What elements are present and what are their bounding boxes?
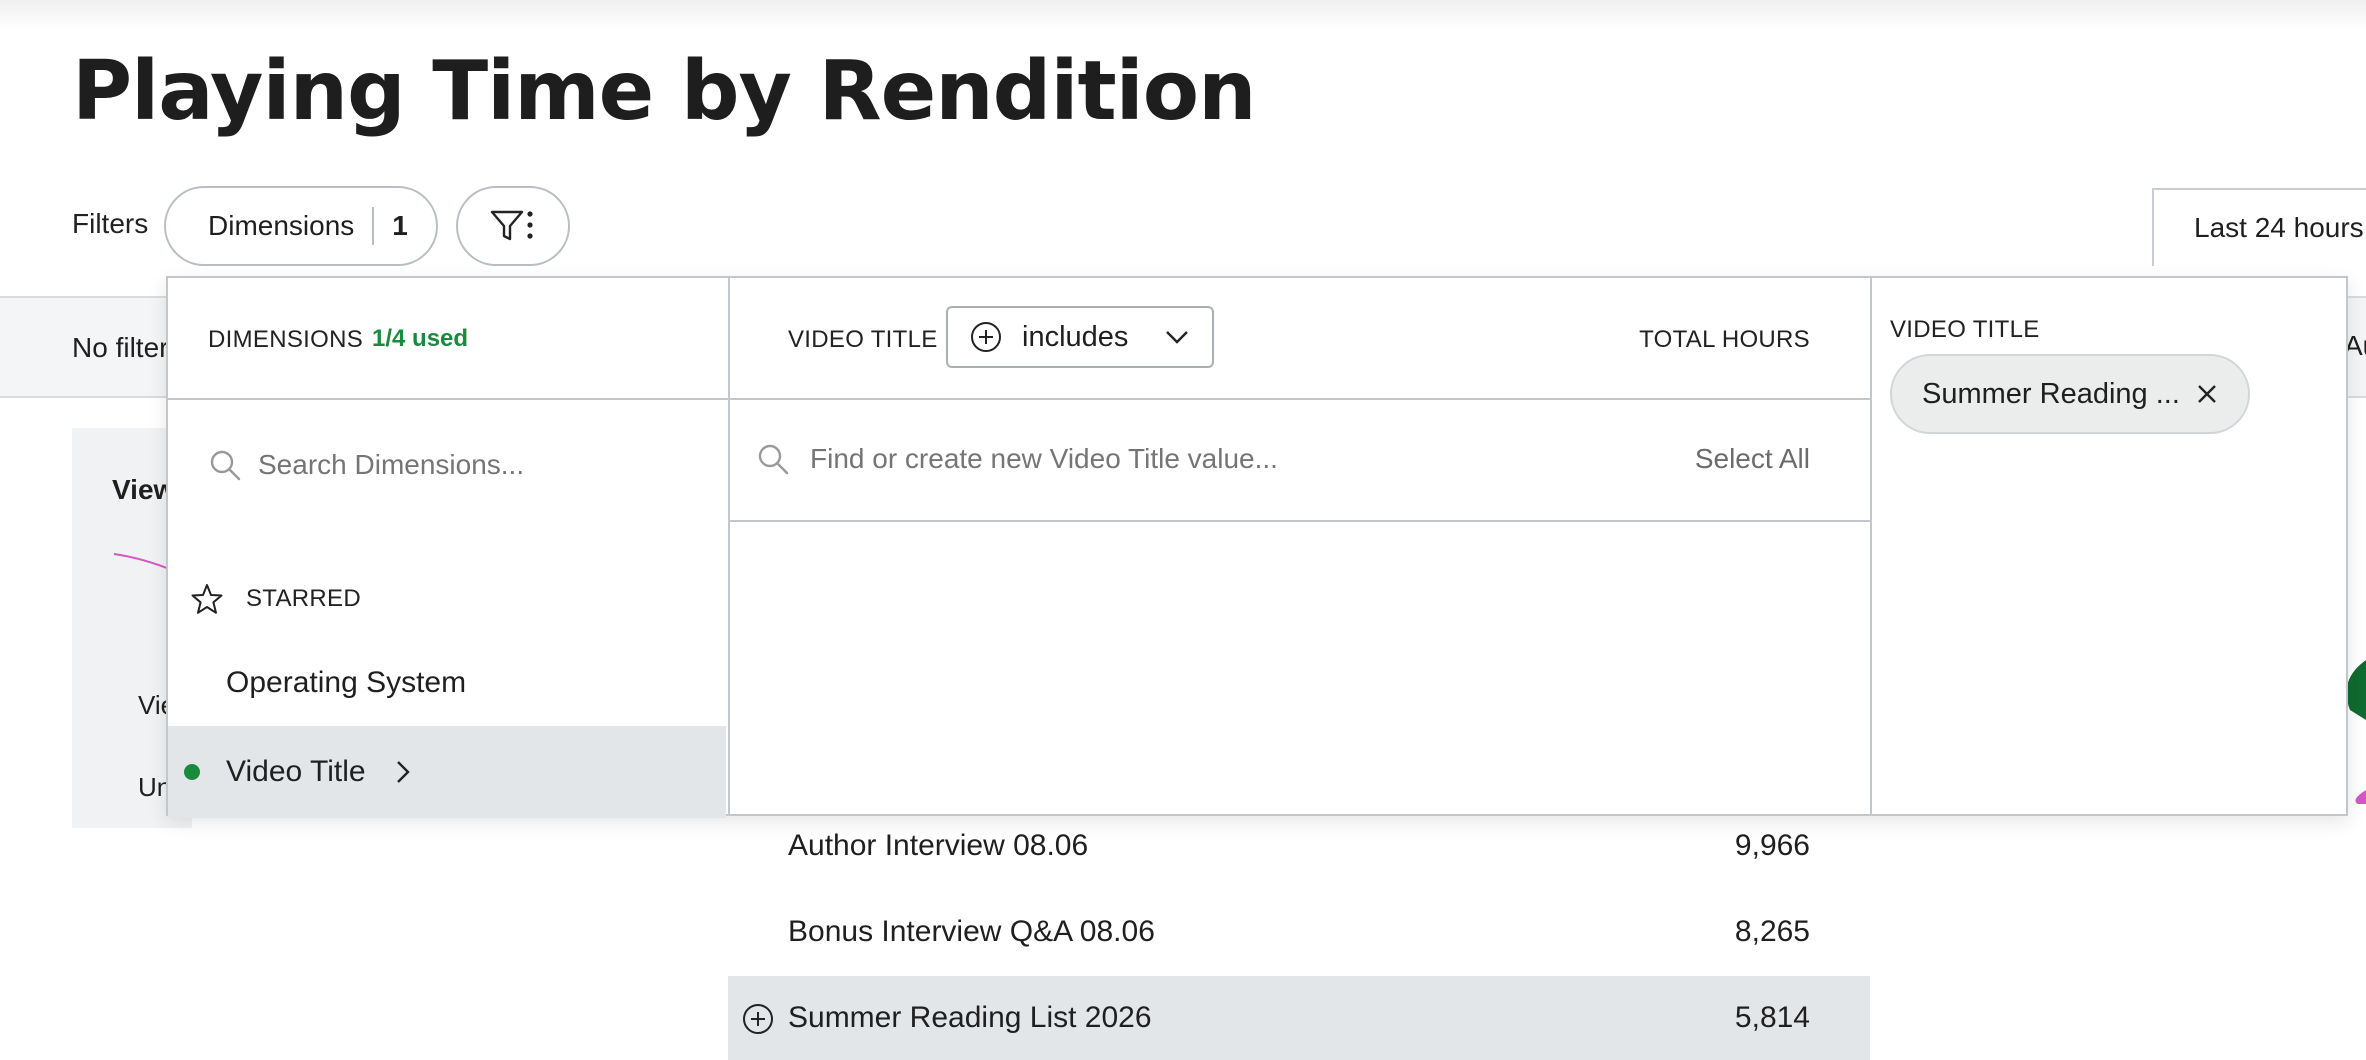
filter-menu-button[interactable] xyxy=(456,186,570,266)
page-title: Playing Time by Rendition xyxy=(72,44,1256,139)
dimensions-button-label: Dimensions xyxy=(208,210,355,241)
value-row-hours: 8,265 xyxy=(1734,915,1810,948)
value-row[interactable]: Bonus Interview Q&A 08.06 8,265 xyxy=(728,890,1870,974)
value-row-hours: 5,814 xyxy=(1734,1001,1810,1034)
dimension-search-input[interactable] xyxy=(256,448,640,482)
values-column: VIDEO TITLE includes TOTAL HOURS Sele xyxy=(728,278,1872,1060)
plus-circle-icon xyxy=(971,322,1001,352)
value-row-name: Summer Reading List 2026 xyxy=(788,1001,1152,1034)
total-hours-header: TOTAL HOURS xyxy=(1639,326,1810,353)
value-row[interactable]: Author Interview 08.06 9,966 xyxy=(728,804,1870,888)
dimension-item-video-title[interactable]: Video Title xyxy=(168,726,726,818)
operator-select[interactable]: includes xyxy=(946,306,1214,368)
selected-value-chip: Summer Reading ... xyxy=(1890,354,2250,434)
dimensions-button[interactable]: Dimensions 1 xyxy=(164,186,438,266)
star-icon xyxy=(191,584,223,614)
filters-label: Filters xyxy=(72,208,149,239)
value-row-name: Bonus Interview Q&A 08.06 xyxy=(788,915,1155,948)
dimensions-used-badge: 1/4 used xyxy=(372,325,469,352)
selected-values-header: VIDEO TITLE xyxy=(1890,316,2040,343)
values-header: VIDEO TITLE includes TOTAL HOURS xyxy=(728,278,1870,400)
filter-more-icon xyxy=(490,210,533,241)
dimensions-header: DIMENSIONS 1/4 used xyxy=(168,278,728,400)
chevron-down-icon xyxy=(1166,331,1188,344)
no-filter-text: No filter xyxy=(72,332,169,363)
values-header-label: VIDEO TITLE xyxy=(788,326,938,353)
value-search[interactable]: Select All xyxy=(756,442,1810,476)
value-search-input[interactable] xyxy=(808,442,1695,476)
value-row-name: Author Interview 08.06 xyxy=(788,829,1089,862)
divider xyxy=(372,207,375,245)
starred-section[interactable]: STARRED xyxy=(190,582,361,616)
dimensions-count: 1 xyxy=(392,210,408,241)
divider xyxy=(728,520,1870,522)
dimension-item-label: Video Title xyxy=(226,755,366,788)
dimensions-column: DIMENSIONS 1/4 used STARRED Operating Sy… xyxy=(168,278,730,818)
value-row-hours: 9,966 xyxy=(1734,829,1810,862)
plus-circle-icon[interactable] xyxy=(742,1003,774,1035)
selected-values-column: VIDEO TITLE Summer Reading ... xyxy=(1870,278,2346,814)
chevron-right-icon xyxy=(394,759,412,785)
dimension-search[interactable] xyxy=(208,448,640,482)
dimensions-dropdown: DIMENSIONS 1/4 used STARRED Operating Sy… xyxy=(166,276,2348,1060)
date-range-button[interactable]: Last 24 hours xyxy=(2152,188,2366,266)
selected-dot-icon xyxy=(184,764,200,780)
dimensions-header-label: DIMENSIONS xyxy=(208,326,364,353)
starred-label: STARRED xyxy=(246,585,361,612)
close-icon[interactable] xyxy=(2194,381,2220,407)
search-icon xyxy=(758,444,789,475)
select-all-button[interactable]: Select All xyxy=(1695,443,1810,475)
operator-value: includes xyxy=(1022,320,1129,353)
top-shadow xyxy=(0,0,2366,30)
value-row-selected[interactable]: Summer Reading List 2026 5,814 xyxy=(728,976,1870,1060)
chip-label: Summer Reading ... xyxy=(1922,377,2180,410)
dimension-item-operating-system[interactable]: Operating System xyxy=(226,666,466,700)
search-icon xyxy=(210,450,241,481)
